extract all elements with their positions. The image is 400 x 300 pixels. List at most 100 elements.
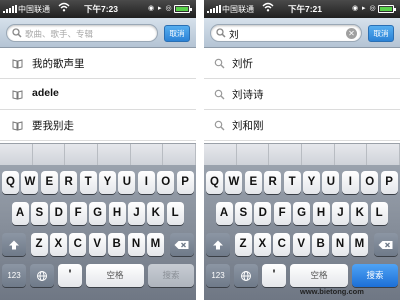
cancel-button[interactable]: 取消 [368,25,394,42]
key-s[interactable]: S [30,202,48,225]
suggestion-label: 刘诗诗 [232,89,264,101]
key-w[interactable]: W [225,171,243,194]
search-placeholder: 歌曲、歌手、专辑 [25,29,94,39]
globe-key[interactable] [234,264,258,287]
key-m[interactable]: M [146,233,164,256]
delete-key[interactable] [374,233,398,256]
cancel-button[interactable]: 取消 [164,25,190,42]
book-icon [12,121,23,131]
key-l[interactable]: L [166,202,184,225]
key-a[interactable]: A [215,202,233,225]
key-v[interactable]: V [292,233,310,256]
lock-rotation-icon: ◉ ▸ ◎ [148,5,173,12]
key-v[interactable]: V [88,233,106,256]
space-key[interactable]: 空格 [86,264,144,287]
apostrophe-key[interactable]: ' [58,264,82,287]
key-c[interactable]: C [69,233,87,256]
key-q[interactable]: Q [2,171,19,194]
phone-screen-left: 中国联通 下午7:23 ◉ ▸ ◎ 歌曲、歌手、专辑 取消 我的歌声里 adel… [0,0,196,300]
search-bar: 刘 ✕ 取消 [204,18,400,48]
globe-key[interactable] [30,264,54,287]
key-t[interactable]: T [283,171,301,194]
search-input[interactable]: 刘 ✕ [210,24,362,42]
key-g[interactable]: G [293,202,311,225]
search-icon [214,120,225,131]
key-n[interactable]: N [331,233,349,256]
numbers-key[interactable]: 123 [206,264,230,287]
key-u[interactable]: U [118,171,136,194]
shift-key[interactable] [206,233,230,256]
key-z[interactable]: Z [30,233,48,256]
suggestion-item[interactable]: 刘诗诗 [204,79,400,110]
key-i[interactable]: I [341,171,359,194]
history-item[interactable]: 我的歌声里 [0,48,196,79]
key-l[interactable]: L [370,202,388,225]
key-b[interactable]: B [108,233,126,256]
shift-key[interactable] [2,233,26,256]
history-item-label: adele [32,87,59,99]
key-x[interactable]: X [49,233,67,256]
key-h[interactable]: H [312,202,330,225]
key-s[interactable]: S [234,202,252,225]
carrier-label: 中国联通 [222,5,254,14]
key-e[interactable]: E [40,171,58,194]
keyboard: Q W E R T Y U I O P A S D F G H J K L Z X C V B N M 123 ' 空格 搜索 [0,165,196,300]
history-item[interactable]: 要我别走 [0,110,196,141]
history-item[interactable]: adele [0,79,196,110]
clear-icon[interactable]: ✕ [346,28,357,39]
numbers-key[interactable]: 123 [2,264,26,287]
key-w[interactable]: W [21,171,39,194]
key-q[interactable]: Q [206,171,223,194]
space-key[interactable]: 空格 [290,264,348,287]
key-i[interactable]: I [137,171,155,194]
candidate-bar [204,143,400,165]
delete-key[interactable] [170,233,194,256]
key-j[interactable]: J [331,202,349,225]
search-key[interactable]: 搜索 [352,264,398,287]
key-r[interactable]: R [60,171,78,194]
shift-icon [213,240,223,249]
key-z[interactable]: Z [234,233,252,256]
key-m[interactable]: M [350,233,368,256]
key-x[interactable]: X [253,233,271,256]
key-d[interactable]: D [50,202,68,225]
suggestion-list: 刘忻 刘诗诗 刘和刚 [204,48,400,141]
apostrophe-key[interactable]: ' [262,264,286,287]
key-o[interactable]: O [157,171,175,194]
key-d[interactable]: D [254,202,272,225]
suggestion-item[interactable]: 刘忻 [204,48,400,79]
key-n[interactable]: N [127,233,145,256]
search-bar: 歌曲、歌手、专辑 取消 [0,18,196,48]
key-a[interactable]: A [11,202,29,225]
history-item-label: 要我别走 [32,120,74,132]
key-b[interactable]: B [312,233,330,256]
search-key[interactable]: 搜索 [148,264,194,287]
key-r[interactable]: R [264,171,282,194]
key-g[interactable]: G [89,202,107,225]
key-p[interactable]: P [176,171,194,194]
history-item-label: 我的歌声里 [32,58,85,70]
book-icon [12,90,23,100]
key-f[interactable]: F [273,202,291,225]
book-icon [12,59,23,69]
key-e[interactable]: E [244,171,262,194]
suggestion-label: 刘忻 [232,58,253,70]
search-input[interactable]: 歌曲、歌手、专辑 [6,24,158,42]
key-y[interactable]: Y [99,171,116,194]
key-k[interactable]: K [147,202,165,225]
globe-icon [37,270,47,281]
key-o[interactable]: O [361,171,379,194]
key-p[interactable]: P [380,171,398,194]
key-h[interactable]: H [108,202,126,225]
key-u[interactable]: U [322,171,340,194]
delete-icon [378,240,393,249]
status-bar: 中国联通 下午7:21 ◉ ▸ ◎ [204,0,400,18]
key-f[interactable]: F [69,202,87,225]
key-y[interactable]: Y [303,171,320,194]
key-c[interactable]: C [273,233,291,256]
phone-screen-right: 中国联通 下午7:21 ◉ ▸ ◎ 刘 ✕ 取消 刘忻 刘诗诗 刘和刚 QWER… [204,0,400,300]
suggestion-item[interactable]: 刘和刚 [204,110,400,141]
key-t[interactable]: T [79,171,97,194]
key-k[interactable]: K [351,202,369,225]
key-j[interactable]: J [127,202,145,225]
